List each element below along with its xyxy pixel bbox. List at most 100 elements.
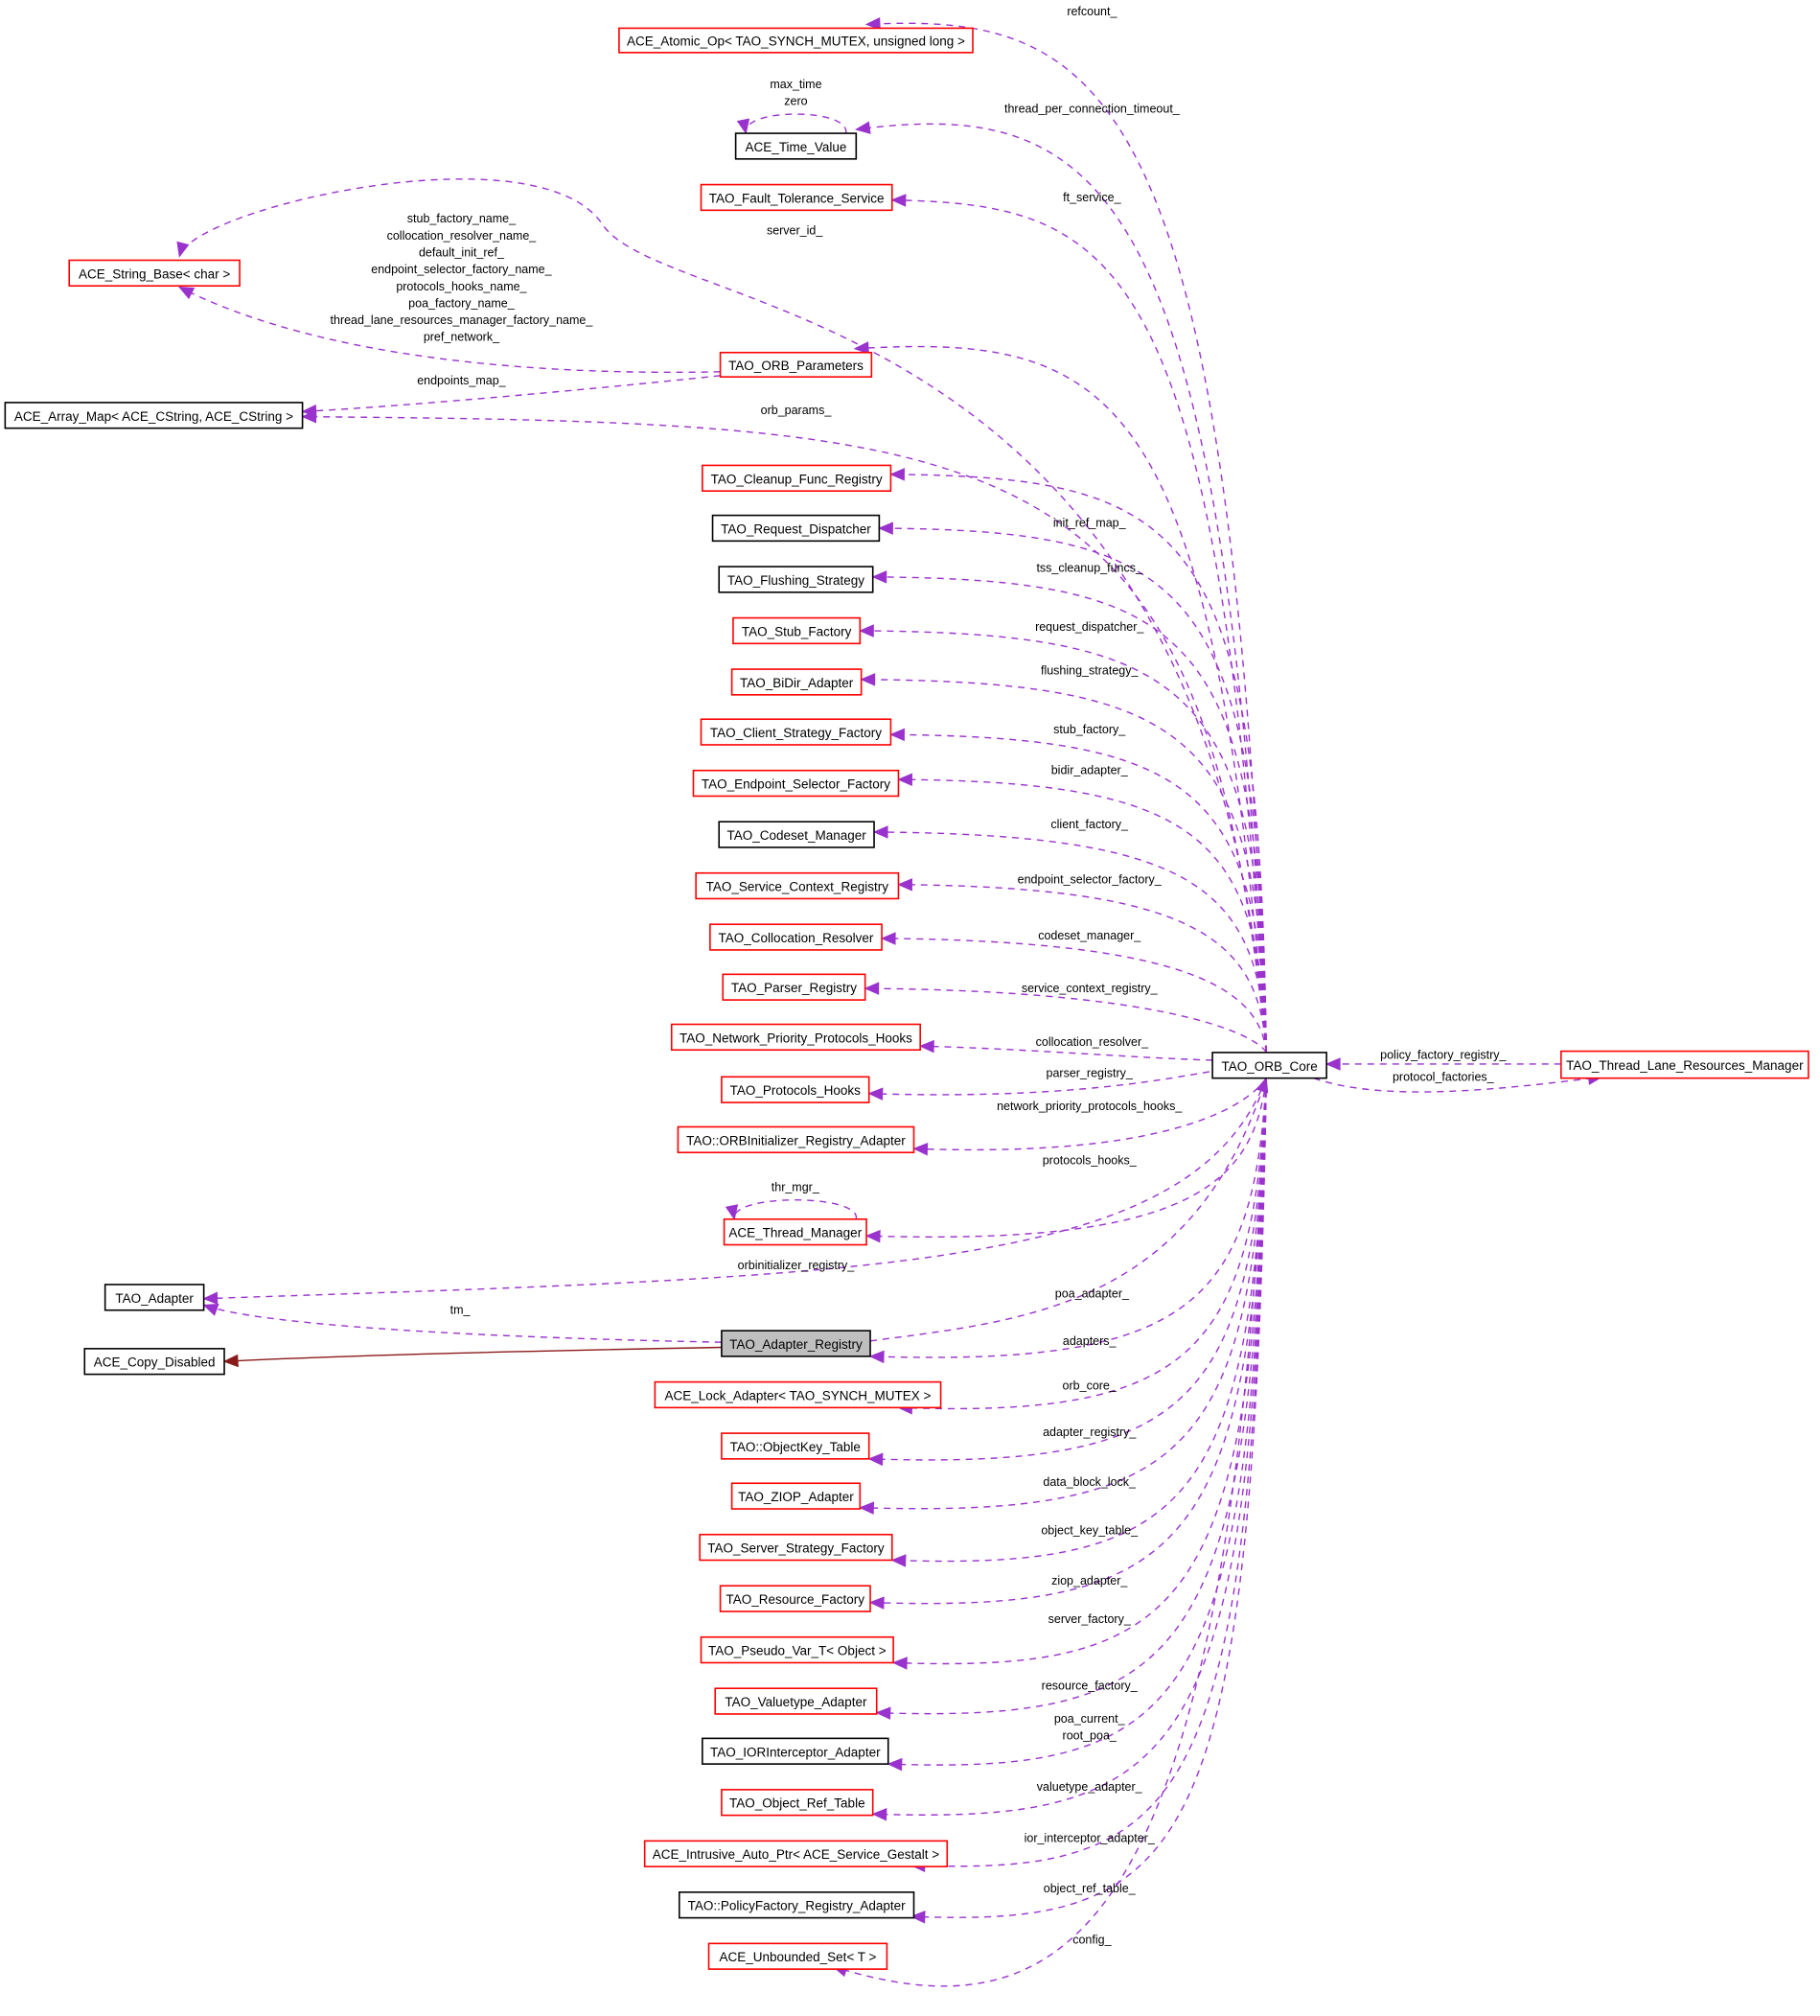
edge-label: ziop_adapter_: [1051, 1574, 1128, 1587]
edge-label: zero: [784, 95, 807, 108]
class-node-protocols-hooks[interactable]: TAO_Protocols_Hooks: [721, 1076, 870, 1103]
arrowhead-icon: [864, 1229, 881, 1243]
class-name: TAO_Resource_Factory: [726, 1592, 865, 1607]
edge-orb-core-to-endpoint-selector-factory: [898, 884, 1267, 1053]
class-node-unbounded-set[interactable]: ACE_Unbounded_Set< T >: [707, 1942, 888, 1970]
class-name: TAO::ORBInitializer_Registry_Adapter: [686, 1133, 906, 1147]
edge-label: collocation_resolver_name_: [387, 229, 538, 243]
class-name: TAO_Parser_Registry: [731, 981, 857, 995]
class-node-stub-factory[interactable]: TAO_Stub_Factory: [732, 616, 862, 645]
class-node-bidir-adapter[interactable]: TAO_BiDir_Adapter: [730, 668, 863, 696]
class-node-ziop-adapter[interactable]: TAO_ZIOP_Adapter: [730, 1482, 862, 1510]
class-name: TAO_BiDir_Adapter: [740, 676, 854, 690]
edge-label: resource_factory_: [1042, 1680, 1139, 1693]
class-node-cleanup-func-registry[interactable]: TAO_Cleanup_Func_Registry: [702, 464, 892, 492]
class-name: TAO_Stub_Factory: [742, 624, 852, 638]
arrowhead-icon: [859, 1501, 875, 1515]
edge-label: adapters_: [1063, 1334, 1117, 1348]
arrowhead-icon: [897, 773, 913, 786]
edge-label: default_init_ref_: [419, 245, 505, 259]
class-node-adapter-registry[interactable]: TAO_Adapter_Registry: [721, 1330, 871, 1357]
edge-label: ior_interceptor_adapter_: [1025, 1832, 1156, 1845]
class-node-pseudo-var[interactable]: TAO_Pseudo_Var_T< Object >: [700, 1635, 894, 1664]
edge-orb-core-to-string-base: [178, 178, 1267, 1053]
edge-label: thread_lane_resources_manager_factory_na…: [331, 313, 594, 327]
class-node-string-base[interactable]: ACE_String_Base< char >: [68, 259, 241, 288]
edge-label: tm_: [450, 1304, 472, 1317]
edge-orb-core-to-valuetype-adapter: [872, 1078, 1267, 1816]
edge-label: server_factory_: [1048, 1612, 1132, 1626]
edge-labels-layer: refcount_ max_timezero thread_per_connecti…: [331, 5, 1508, 1946]
class-node-request-dispatcher[interactable]: TAO_Request_Dispatcher: [711, 514, 881, 543]
class-name: TAO_Codeset_Manager: [726, 828, 866, 843]
arrowhead-icon: [912, 1143, 929, 1156]
class-node-time-value[interactable]: ACE_Time_Value: [734, 132, 858, 160]
class-node-copy-disabled[interactable]: ACE_Copy_Disabled: [83, 1348, 225, 1376]
class-node-tao-adapter[interactable]: TAO_Adapter: [104, 1284, 205, 1311]
class-name: TAO::ObjectKey_Table: [730, 1440, 861, 1454]
arrowhead-icon: [918, 1039, 934, 1054]
class-name: ACE_Copy_Disabled: [94, 1356, 216, 1370]
class-name: ACE_Lock_Adapter< TAO_SYNCH_MUTEX >: [665, 1388, 932, 1402]
edge-orb-core-to-objectkey-table: [891, 1078, 1267, 1563]
class-node-policyfactory-registry-adapter[interactable]: TAO::PolicyFactory_Registry_Adapter: [678, 1891, 915, 1919]
class-name: TAO_Client_Strategy_Factory: [710, 726, 882, 740]
class-node-orb-core[interactable]: TAO_ORB_Core: [1211, 1052, 1327, 1079]
class-node-endpoint-selector-factory[interactable]: TAO_Endpoint_Selector_Factory: [692, 769, 900, 798]
class-node-thread-lane-resources-manager[interactable]: TAO_Thread_Lane_Resources_Manager: [1560, 1050, 1809, 1079]
class-name: TAO_Request_Dispatcher: [721, 521, 871, 536]
edge-label: client_factory_: [1050, 818, 1129, 831]
class-node-array-map[interactable]: ACE_Array_Map< ACE_CString, ACE_CString …: [4, 402, 304, 429]
class-node-server-strategy-factory[interactable]: TAO_Server_Strategy_Factory: [699, 1533, 893, 1562]
arrowhead-icon: [176, 241, 190, 258]
class-node-parser-registry[interactable]: TAO_Parser_Registry: [722, 973, 866, 1001]
class-name: ACE_Time_Value: [746, 140, 847, 154]
arrowhead-icon: [878, 521, 893, 535]
class-node-client-strategy-factory[interactable]: TAO_Client_Strategy_Factory: [700, 718, 892, 746]
edge-time-value-to-time-value: [745, 113, 847, 134]
class-name: TAO_Object_Ref_Table: [729, 1796, 865, 1811]
class-node-orbinitializer-registry-adapter[interactable]: TAO::ORBInitializer_Registry_Adapter: [677, 1125, 915, 1154]
class-node-atomic-op[interactable]: ACE_Atomic_Op< TAO_SYNCH_MUTEX, unsigned…: [618, 27, 974, 54]
edge-label: max_time: [770, 78, 821, 91]
class-name: TAO_Adapter: [115, 1291, 194, 1306]
edge-orb-parameters-to-array-map: [302, 375, 721, 412]
edge-label: thr_mgr_: [772, 1180, 820, 1193]
edge-label: bidir_adapter_: [1051, 764, 1129, 777]
edge-label: endpoints_map_: [417, 374, 506, 387]
class-node-codeset-manager[interactable]: TAO_Codeset_Manager: [718, 821, 875, 848]
class-node-resource-factory[interactable]: TAO_Resource_Factory: [719, 1585, 871, 1612]
class-node-lock-adapter[interactable]: ACE_Lock_Adapter< TAO_SYNCH_MUTEX >: [654, 1380, 942, 1409]
class-node-ft-service[interactable]: TAO_Fault_Tolerance_Service: [700, 183, 893, 212]
arrowhead-icon: [736, 118, 750, 135]
arrowhead-icon: [887, 1757, 903, 1772]
class-node-intrusive-auto-ptr[interactable]: ACE_Intrusive_Auto_Ptr< ACE_Service_Gest…: [643, 1840, 949, 1867]
arrowhead-icon: [725, 1204, 739, 1221]
edge-label: data_block_lock_: [1043, 1475, 1137, 1489]
edge-adapter-registry-to-copy-disabled: [223, 1346, 722, 1362]
edge-label: init_ref_map_: [1053, 517, 1127, 530]
class-name: ACE_String_Base< char >: [79, 266, 230, 281]
edge-label: refcount_: [1067, 5, 1117, 18]
edge-adapter-registry-to-tao-adapter: [870, 1078, 1267, 1358]
class-name: TAO_Thread_Lane_Resources_Manager: [1566, 1058, 1804, 1073]
arrowhead-icon: [867, 1087, 884, 1101]
class-node-valuetype-adapter[interactable]: TAO_Valuetype_Adapter: [714, 1687, 878, 1715]
class-node-thread-manager[interactable]: ACE_Thread_Manager: [723, 1217, 867, 1246]
edge-orb-core-to-array-map: [879, 527, 1267, 1053]
class-name: TAO_Pseudo_Var_T< Object >: [708, 1644, 887, 1658]
edge-label: poa_current_: [1054, 1712, 1126, 1726]
class-node-network-priority-protocols-hooks[interactable]: TAO_Network_Priority_Protocols_Hooks: [670, 1023, 921, 1052]
class-node-orb-parameters[interactable]: TAO_ORB_Parameters: [719, 351, 873, 378]
class-node-flushing-strategy[interactable]: TAO_Flushing_Strategy: [718, 566, 874, 593]
class-node-objectkey-table[interactable]: TAO::ObjectKey_Table: [721, 1432, 870, 1460]
class-name: TAO_Collocation_Resolver: [719, 931, 874, 945]
edge-label: orb_core_: [1063, 1379, 1117, 1393]
class-name: ACE_Thread_Manager: [728, 1226, 862, 1240]
class-node-collocation-resolver[interactable]: TAO_Collocation_Resolver: [709, 923, 883, 951]
class-node-service-context-registry[interactable]: TAO_Service_Context_Registry: [695, 871, 900, 900]
class-node-iorinterceptor-adapter[interactable]: TAO_IORInterceptor_Adapter: [702, 1737, 889, 1765]
arrowhead-icon: [897, 878, 913, 892]
class-node-object-ref-table[interactable]: TAO_Object_Ref_Table: [721, 1789, 874, 1817]
arrowhead-icon: [859, 624, 874, 637]
